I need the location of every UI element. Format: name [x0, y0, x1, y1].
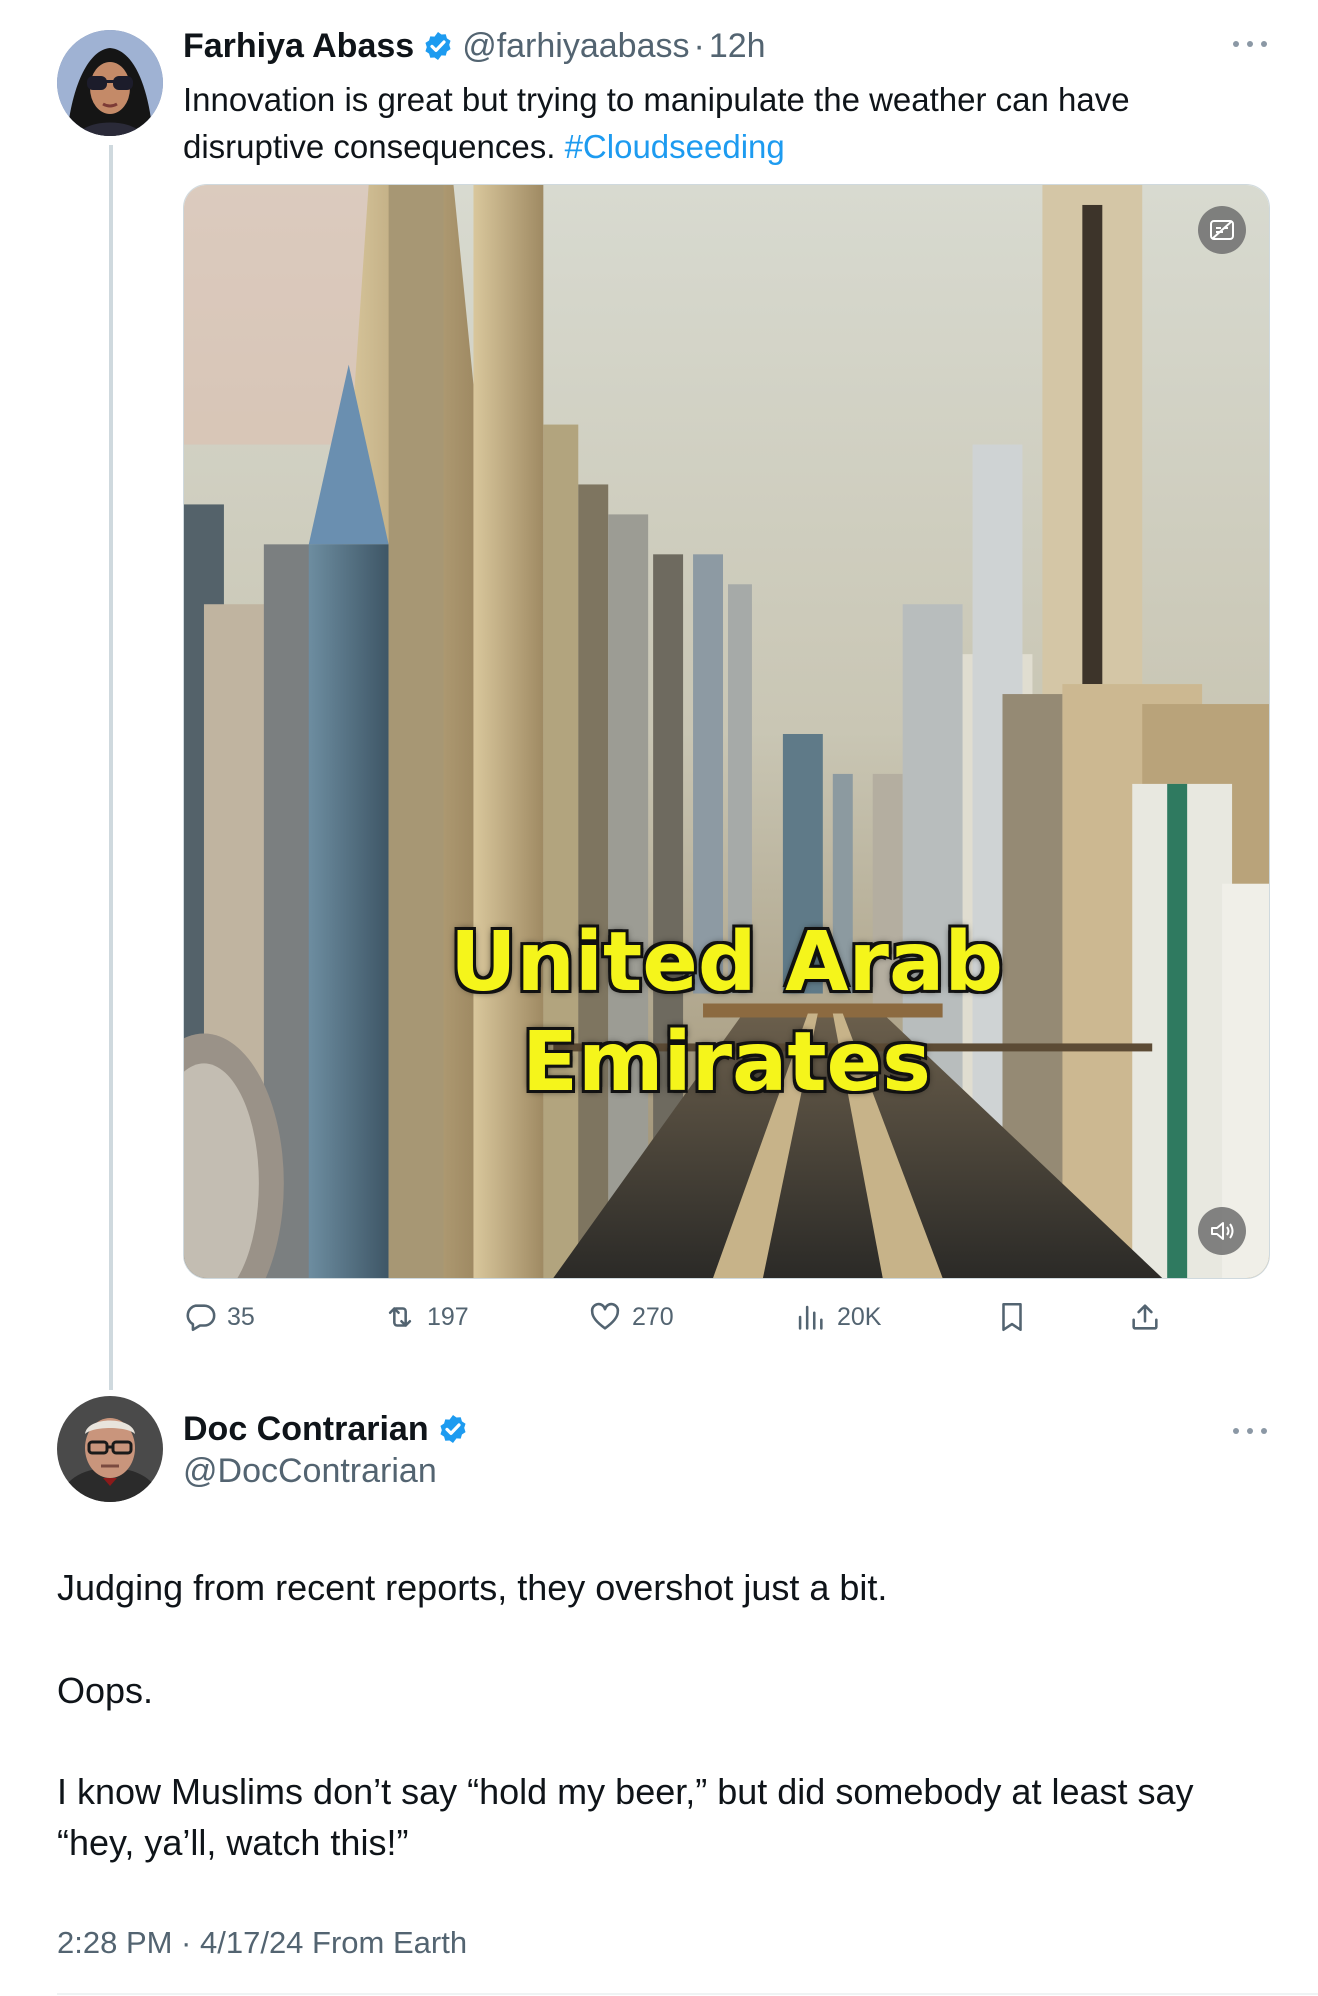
- reply-count: 35: [227, 1302, 255, 1331]
- reply-author-row: Doc Contrarian: [183, 1409, 477, 1449]
- views-button[interactable]: 20K: [793, 1300, 881, 1334]
- parent-time[interactable]: 12h: [709, 26, 766, 66]
- views-count: 20K: [837, 1302, 882, 1331]
- reply-paragraph-2: Oops.: [57, 1670, 154, 1711]
- bookmark-icon: [1002, 1302, 1022, 1332]
- like-icon: [590, 1302, 620, 1330]
- reply-button[interactable]: 35: [183, 1300, 255, 1334]
- hashtag-link[interactable]: #Cloudseeding: [565, 128, 785, 165]
- thread-connector-line: [109, 145, 113, 1390]
- verified-badge-icon: [440, 1415, 466, 1443]
- city-skyline-image: [184, 185, 1269, 1278]
- repost-button[interactable]: 197: [383, 1300, 469, 1334]
- reply-handle[interactable]: @DocContrarian: [183, 1451, 437, 1491]
- reply-timestamp[interactable]: 2:28 PM · 4/17/24 From Earth: [57, 1925, 467, 1961]
- video-media[interactable]: United Arab Emirates: [183, 184, 1270, 1279]
- reply-author-name[interactable]: Doc Contrarian: [183, 1409, 429, 1449]
- farhiya-avatar[interactable]: [57, 30, 163, 136]
- views-icon: [798, 1305, 823, 1330]
- share-icon: [1132, 1304, 1158, 1330]
- reply-paragraph-3: I know Muslims don’t say “hold my beer,”…: [57, 1771, 1194, 1863]
- tweet-thread: Farhiya Abass @farhiyaabass · 12h Innova…: [0, 0, 1318, 1996]
- divider: [57, 1993, 1318, 1995]
- more-icon[interactable]: [1233, 1424, 1267, 1438]
- bookmark-button[interactable]: [995, 1300, 1039, 1334]
- repost-icon: [388, 1307, 412, 1327]
- reply-handle-row: @DocContrarian: [183, 1451, 437, 1491]
- repost-count: 197: [427, 1302, 469, 1331]
- parent-tweet-text: Innovation is great but trying to manipu…: [183, 76, 1263, 170]
- reply-paragraph-1: Judging from recent reports, they oversh…: [57, 1567, 888, 1608]
- video-caption-line2: Emirates: [522, 1015, 931, 1110]
- doc-contrarian-avatar[interactable]: [57, 1396, 163, 1502]
- more-icon[interactable]: [1233, 37, 1267, 51]
- tweet-action-bar: 35 197 270 20K: [183, 1300, 1183, 1344]
- parent-author-row: Farhiya Abass @farhiyaabass · 12h: [183, 26, 766, 66]
- share-button[interactable]: [1128, 1300, 1172, 1334]
- verified-badge-icon: [425, 32, 451, 60]
- parent-author-name[interactable]: Farhiya Abass: [183, 26, 414, 66]
- like-count: 270: [632, 1302, 674, 1331]
- video-caption-line1: United Arab: [449, 915, 1004, 1010]
- captions-icon[interactable]: [1198, 206, 1246, 254]
- like-button[interactable]: 270: [588, 1300, 674, 1334]
- volume-icon[interactable]: [1198, 1207, 1246, 1255]
- meta-separator: ·: [693, 27, 705, 65]
- parent-handle[interactable]: @farhiyaabass: [462, 26, 689, 66]
- reply-icon: [186, 1304, 216, 1332]
